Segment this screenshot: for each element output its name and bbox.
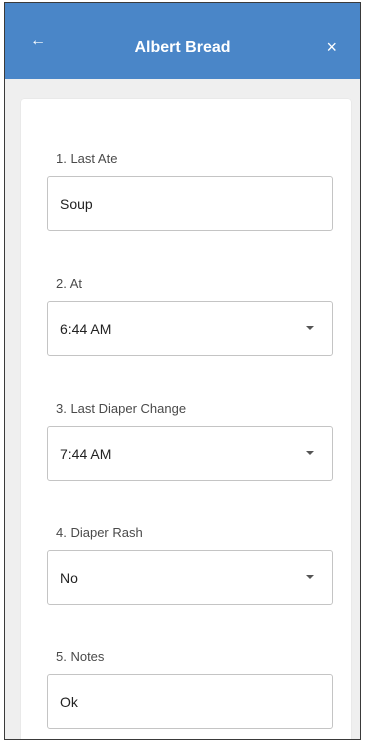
at-time-select[interactable]: 6:44 AM [47, 301, 333, 356]
chevron-down-icon [306, 575, 314, 579]
page-title: Albert Bread [134, 39, 231, 56]
at-label: 2. At [56, 276, 83, 291]
diaper-rash-select[interactable]: No [47, 550, 333, 605]
diaper-rash-value: No [60, 570, 78, 586]
last-ate-value: Soup [60, 196, 93, 212]
app-window: ← Albert Bread × 1. Last Ate Soup 2. At … [4, 2, 361, 740]
last-diaper-change-select[interactable]: 7:44 AM [47, 426, 333, 481]
top-bar: ← Albert Bread × [5, 3, 360, 79]
last-diaper-change-label: 3. Last Diaper Change [56, 401, 187, 416]
last-ate-input[interactable]: Soup [47, 176, 333, 231]
close-icon[interactable]: × [326, 38, 337, 56]
notes-label: 5. Notes [56, 649, 105, 664]
notes-value: Ok [60, 694, 78, 710]
chevron-down-icon [306, 326, 314, 330]
chevron-down-icon [306, 451, 314, 455]
at-time-value: 6:44 AM [60, 321, 112, 337]
last-diaper-change-value: 7:44 AM [60, 446, 112, 462]
diaper-rash-label: 4. Diaper Rash [56, 525, 143, 540]
notes-input[interactable]: Ok [47, 674, 333, 729]
last-ate-label: 1. Last Ate [56, 151, 118, 166]
